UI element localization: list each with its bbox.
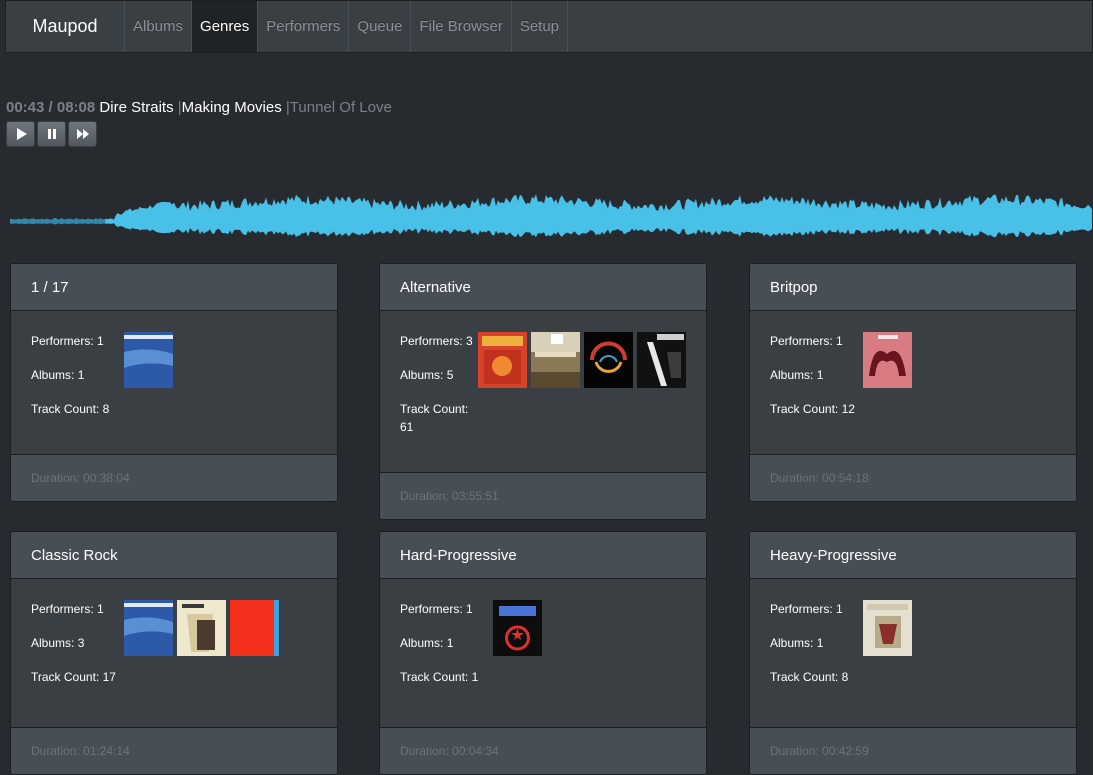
genre-stats: Performers: 1 Albums: 1 Track Count: 8 [31,332,124,434]
genre-name[interactable]: Heavy-Progressive [750,532,1076,579]
next-button[interactable] [68,121,97,147]
genre-name[interactable]: Classic Rock [11,532,337,579]
now-playing: 00:43 / 08:08 Dire Straits |Making Movie… [6,99,392,116]
album-cover[interactable] [493,600,542,656]
waveform-shape [10,194,1092,238]
performer-count: Performers: 3 [400,334,473,348]
genre-name[interactable]: Hard-Progressive [380,532,706,579]
genre-duration: Duration: 00:42:59 [750,727,1076,774]
genre-card-body: Performers: 1 Albums: 1 Track Count: 1 [380,579,706,702]
genre-stats: Performers: 1 Albums: 1 Track Count: 12 [770,332,863,434]
track-count: Track Count: 61 [400,402,469,434]
album-covers [863,600,912,702]
genre-duration: Duration: 00:38:04 [11,454,337,501]
top-navbar: Maupod Albums Genres Performers Queue Fi… [5,0,1093,53]
playback-time: 00:43 / 08:08 [6,99,96,116]
album-cover[interactable] [124,332,173,388]
genre-card-body: Performers: 1 Albums: 1 Track Count: 8 [11,311,337,434]
genre-duration: Duration: 01:24:14 [11,727,337,774]
nav-genres[interactable]: Genres [191,1,258,52]
genre-card[interactable]: Hard-Progressive Performers: 1 Albums: 1 Tr… [379,531,707,775]
album-cover[interactable] [531,332,580,388]
album-cover[interactable] [230,600,279,656]
genre-duration: Duration: 00:04:34 [380,727,706,774]
genre-card[interactable]: 1 / 17 Performers: 1 Albums: 1 Track Count:… [10,263,338,502]
track-count: Track Count: 17 [31,670,116,684]
track-count: Track Count: 8 [31,402,110,416]
genre-duration: Duration: 00:54:18 [750,454,1076,501]
now-playing-track: Tunnel Of Love [289,99,392,116]
album-cover[interactable] [478,332,527,388]
performer-count: Performers: 1 [770,334,843,348]
album-covers [124,332,173,434]
album-cover[interactable] [637,332,686,388]
album-covers [863,332,912,434]
album-count: Albums: 1 [400,636,454,650]
album-cover[interactable] [584,332,633,388]
album-count: Albums: 1 [31,368,85,382]
play-icon [16,128,27,140]
album-cover[interactable] [124,600,173,656]
nav-file-browser[interactable]: File Browser [410,1,510,52]
genre-card-body: Performers: 3 Albums: 5 Track Count: 61 [380,311,706,452]
album-cover[interactable] [863,600,912,656]
album-count: Albums: 5 [400,368,454,382]
nav-setup[interactable]: Setup [510,1,569,52]
album-cover[interactable] [863,332,912,388]
genre-card-body: Performers: 1 Albums: 3 Track Count: 17 [11,579,337,702]
album-count: Albums: 1 [770,368,824,382]
performer-count: Performers: 1 [31,334,104,348]
genre-duration: Duration: 03:55:51 [380,472,706,519]
genre-card-body: Performers: 1 Albums: 1 Track Count: 12 [750,311,1076,434]
genre-card[interactable]: Alternative Performers: 3 Albums: 5 Track C… [379,263,707,520]
nav-performers[interactable]: Performers [257,1,348,52]
album-covers [124,600,279,702]
genre-stats: Performers: 3 Albums: 5 Track Count: 61 [400,332,478,452]
genre-stats: Performers: 1 Albums: 1 Track Count: 1 [400,600,493,702]
play-button[interactable] [6,121,35,147]
now-playing-album: Making Movies [181,99,282,116]
performer-count: Performers: 1 [400,602,473,616]
genre-card-body: Performers: 1 Albums: 1 Track Count: 8 [750,579,1076,702]
album-count: Albums: 1 [770,636,824,650]
track-count: Track Count: 1 [400,670,479,684]
album-count: Albums: 3 [31,636,85,650]
album-cover[interactable] [177,600,226,656]
nav-queue[interactable]: Queue [348,1,410,52]
album-covers [493,600,542,702]
performer-count: Performers: 1 [770,602,843,616]
now-playing-artist: Dire Straits [99,99,174,116]
fast-forward-icon [76,129,89,139]
genre-stats: Performers: 1 Albums: 1 Track Count: 8 [770,600,863,702]
genre-name[interactable]: 1 / 17 [11,264,337,311]
track-count: Track Count: 12 [770,402,855,416]
genre-card[interactable]: Britpop Performers: 1 Albums: 1 Track Count… [749,263,1077,502]
pause-button[interactable] [37,121,66,147]
track-count: Track Count: 8 [770,670,849,684]
waveform-seekbar[interactable] [10,190,1093,254]
genre-card[interactable]: Classic Rock Performers: 1 Albums: 3 Track … [10,531,338,775]
album-covers [478,332,686,452]
genre-stats: Performers: 1 Albums: 3 Track Count: 17 [31,600,124,702]
genre-card[interactable]: Heavy-Progressive Performers: 1 Albums: 1 T… [749,531,1077,775]
nav-albums[interactable]: Albums [124,1,191,52]
brand-logo[interactable]: Maupod [6,1,124,52]
pause-icon [47,129,56,139]
performer-count: Performers: 1 [31,602,104,616]
genre-name[interactable]: Alternative [380,264,706,311]
genre-name[interactable]: Britpop [750,264,1076,311]
player-controls [6,121,97,147]
